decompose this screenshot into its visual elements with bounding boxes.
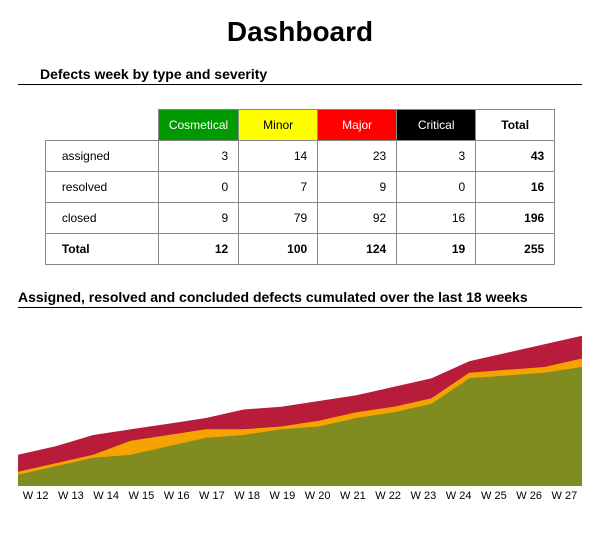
x-tick-label: W 21 — [340, 490, 366, 502]
grand-total: 255 — [476, 234, 555, 265]
x-tick-label: W 26 — [516, 490, 542, 502]
cell: 14 — [239, 141, 318, 172]
col-header-cosmetical: Cosmetical — [158, 110, 238, 141]
defects-table: CosmeticalMinorMajorCriticalTotal assign… — [45, 109, 555, 265]
x-tick-label: W 14 — [93, 490, 119, 502]
x-tick-label: W 13 — [58, 490, 84, 502]
row-total: 43 — [476, 141, 555, 172]
table-row: resolved079016 — [45, 172, 554, 203]
cell: 16 — [397, 203, 476, 234]
row-label: assigned — [45, 141, 158, 172]
cell-total: 124 — [318, 234, 397, 265]
x-tick-label: W 22 — [375, 490, 401, 502]
cell: 7 — [239, 172, 318, 203]
cell: 0 — [158, 172, 238, 203]
col-header-total: Total — [476, 110, 555, 141]
divider — [18, 307, 582, 308]
cell: 3 — [397, 141, 476, 172]
row-label-total: Total — [45, 234, 158, 265]
table-title: Defects week by type and severity — [40, 66, 582, 82]
table-total-row: Total1210012419255 — [45, 234, 554, 265]
table-row: closed9799216196 — [45, 203, 554, 234]
cell-total: 100 — [239, 234, 318, 265]
x-tick-label: W 19 — [270, 490, 296, 502]
cell-total: 12 — [158, 234, 238, 265]
col-header-minor: Minor — [239, 110, 318, 141]
x-tick-label: W 20 — [305, 490, 331, 502]
area-chart: W 12 W 13 W 14 W 15 W 16 W 17 W 18 W 19 W 20 W 21… — [18, 316, 582, 502]
x-tick-label: W 25 — [481, 490, 507, 502]
col-header-major: Major — [318, 110, 397, 141]
row-total: 196 — [476, 203, 555, 234]
cell: 9 — [318, 172, 397, 203]
x-tick-label: W 12 — [23, 490, 49, 502]
x-tick-label: W 17 — [199, 490, 225, 502]
divider — [18, 84, 582, 85]
page-title: Dashboard — [18, 16, 582, 48]
row-total: 16 — [476, 172, 555, 203]
x-tick-label: W 15 — [129, 490, 155, 502]
cell: 9 — [158, 203, 238, 234]
chart-title: Assigned, resolved and concluded defects… — [18, 289, 582, 305]
cell: 3 — [158, 141, 238, 172]
x-tick-label: W 27 — [552, 490, 578, 502]
cell: 79 — [239, 203, 318, 234]
table-row: assigned31423343 — [45, 141, 554, 172]
cell-total: 19 — [397, 234, 476, 265]
x-tick-label: W 18 — [234, 490, 260, 502]
x-tick-label: W 24 — [446, 490, 472, 502]
cell: 0 — [397, 172, 476, 203]
cell: 92 — [318, 203, 397, 234]
cell: 23 — [318, 141, 397, 172]
table-corner — [45, 110, 158, 141]
col-header-critical: Critical — [397, 110, 476, 141]
x-tick-label: W 23 — [411, 490, 437, 502]
row-label: closed — [45, 203, 158, 234]
x-tick-label: W 16 — [164, 490, 190, 502]
row-label: resolved — [45, 172, 158, 203]
